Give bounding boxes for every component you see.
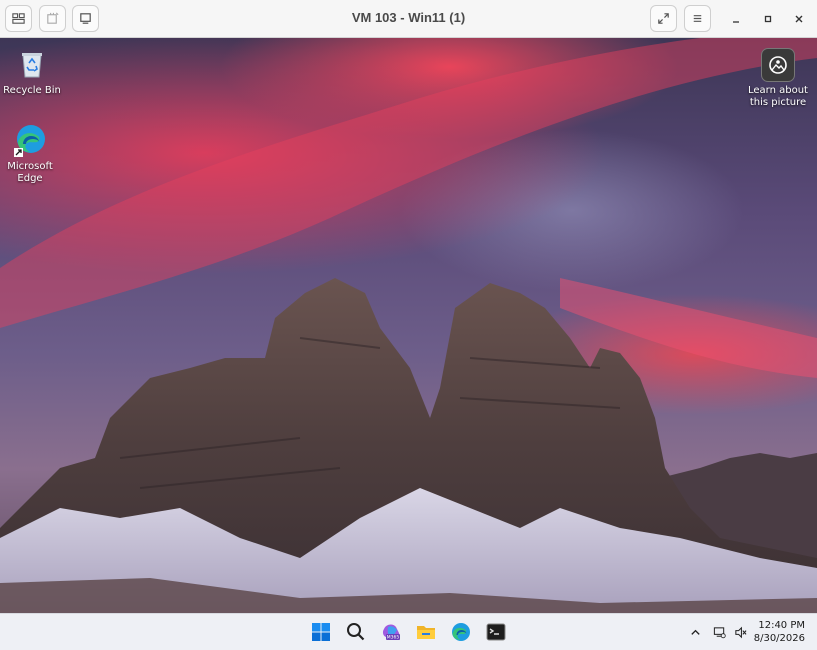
recycle-bin-icon <box>14 46 50 82</box>
volume-button[interactable] <box>733 625 747 639</box>
wallpaper-mountains <box>0 38 817 613</box>
send-keys-button[interactable] <box>5 5 32 32</box>
network-icon <box>713 626 726 638</box>
minimize-button[interactable] <box>727 10 745 28</box>
copilot-m365-icon: M365 <box>382 624 400 641</box>
show-hidden-icons-button[interactable] <box>688 625 702 639</box>
clock-date: 8/30/2026 <box>753 633 805 644</box>
network-button[interactable] <box>712 625 726 639</box>
taskbar-edge-button[interactable] <box>449 620 473 644</box>
usb-button[interactable] <box>39 5 66 32</box>
chevron-up-icon <box>690 629 700 635</box>
taskbar-terminal-button[interactable] <box>484 620 508 644</box>
fullscreen-button[interactable] <box>650 5 677 32</box>
menu-button[interactable] <box>684 5 711 32</box>
host-title-bar: VM 103 - Win11 (1) <box>0 0 817 38</box>
maximize-button[interactable] <box>759 10 777 28</box>
close-icon <box>795 15 803 23</box>
usb-icon <box>47 12 59 24</box>
taskbar-search-button[interactable] <box>344 620 368 644</box>
start-button[interactable] <box>309 620 333 644</box>
taskbar-copilot-button[interactable]: M365 <box>379 620 403 644</box>
minimize-icon <box>733 21 739 23</box>
maximize-icon <box>764 15 772 23</box>
taskbar-file-explorer-button[interactable] <box>414 620 438 644</box>
desktop-icon-edge[interactable]: Microsoft Edge <box>0 122 62 185</box>
desktop[interactable]: Recycle Bin Microsoft Edge Learn about t… <box>0 38 817 613</box>
monitor-icon <box>80 13 91 24</box>
volume-muted-icon <box>734 626 746 638</box>
search-icon <box>347 623 365 641</box>
desktop-icon-label: Microsoft Edge <box>7 161 53 184</box>
learn-about-label: Learn about this picture <box>748 85 808 108</box>
desktop-icon-recycle-bin[interactable]: Recycle Bin <box>0 46 64 97</box>
close-button[interactable] <box>790 10 808 28</box>
camera-spotlight-icon <box>761 48 795 82</box>
desktop-icon-label: Recycle Bin <box>3 85 61 96</box>
keyboard-layout-icon <box>12 13 25 24</box>
edge-icon <box>452 623 470 641</box>
file-explorer-icon <box>417 626 435 639</box>
display-button[interactable] <box>72 5 99 32</box>
vm-viewer-window: VM 103 - Win11 (1) Recycle Bin Microsoft… <box>0 0 817 650</box>
learn-about-picture[interactable]: Learn about this picture <box>746 48 810 109</box>
edge-icon <box>12 122 48 158</box>
expand-icon <box>658 13 669 24</box>
clock-time: 12:40 PM <box>758 620 805 631</box>
start-icon <box>312 623 330 641</box>
svg-text:M365: M365 <box>387 635 400 641</box>
taskbar: M365 12:40 PM 8/30/2026 <box>0 613 817 650</box>
terminal-icon <box>486 623 506 641</box>
taskbar-clock[interactable]: 12:40 PM 8/30/2026 <box>754 619 805 645</box>
hamburger-menu-icon <box>693 15 702 22</box>
